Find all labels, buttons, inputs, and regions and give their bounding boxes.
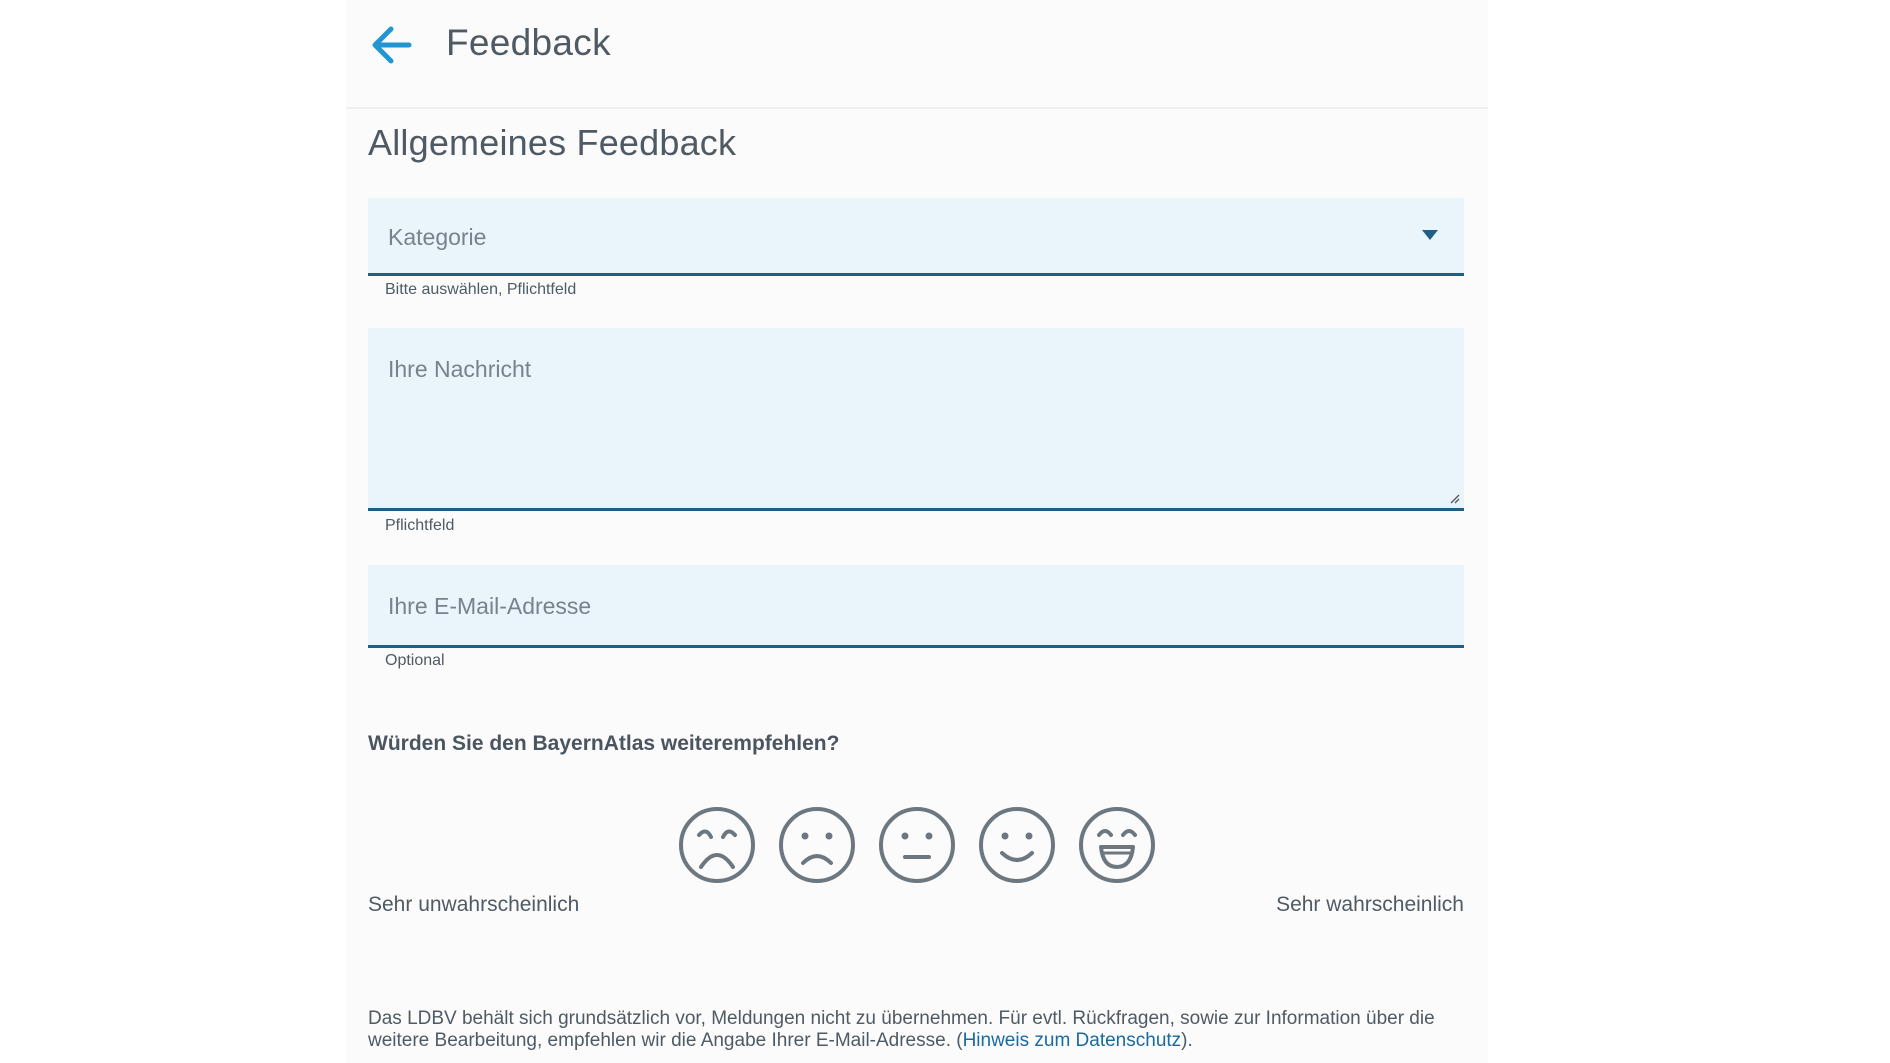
rating-option-3[interactable] — [877, 805, 957, 885]
smile-face-icon — [979, 807, 1055, 883]
arrow-left-icon — [372, 26, 412, 64]
scale-low-label: Sehr unwahrscheinlich — [368, 893, 580, 916]
category-placeholder: Kategorie — [388, 224, 487, 250]
section-title: Allgemeines Feedback — [368, 122, 737, 163]
category-select[interactable]: Kategorie — [368, 198, 1464, 276]
privacy-notice-end: ). — [1181, 1030, 1193, 1051]
resize-handle-icon[interactable] — [1448, 492, 1460, 504]
email-placeholder: Ihre E-Mail-Adresse — [388, 593, 592, 619]
laughing-face-icon — [1079, 807, 1155, 883]
privacy-link[interactable]: Hinweis zum Datenschutz — [963, 1030, 1182, 1051]
rating-option-5[interactable] — [1077, 805, 1157, 885]
rating-option-1[interactable] — [677, 805, 757, 885]
header: Feedback — [346, 0, 1488, 109]
rating-faces — [677, 805, 1155, 885]
back-button[interactable] — [364, 20, 418, 70]
privacy-notice-text: Das LDBV behält sich grundsätzlich vor, … — [368, 1008, 1435, 1051]
feedback-panel: Feedback Allgemeines Feedback Kategorie … — [346, 0, 1488, 1063]
message-textarea[interactable]: Ihre Nachricht — [368, 328, 1464, 511]
scale-high-label: Sehr wahrscheinlich — [1276, 893, 1464, 916]
email-hint: Optional — [385, 652, 445, 669]
privacy-notice: Das LDBV behält sich grundsätzlich vor, … — [368, 1008, 1478, 1052]
rating-option-2[interactable] — [777, 805, 857, 885]
rating-option-4[interactable] — [977, 805, 1057, 885]
message-hint: Pflichtfeld — [385, 517, 455, 534]
email-field[interactable]: Ihre E-Mail-Adresse — [368, 565, 1464, 648]
page-title: Feedback — [446, 22, 611, 63]
very-unhappy-face-icon — [679, 807, 755, 883]
neutral-face-icon — [879, 807, 955, 883]
caret-down-icon — [1422, 230, 1438, 240]
category-hint: Bitte auswählen, Pflichtfeld — [385, 281, 577, 298]
message-placeholder: Ihre Nachricht — [388, 356, 532, 382]
sad-face-icon — [779, 807, 855, 883]
recommendation-question: Würden Sie den BayernAtlas weiterempfehl… — [368, 732, 840, 755]
